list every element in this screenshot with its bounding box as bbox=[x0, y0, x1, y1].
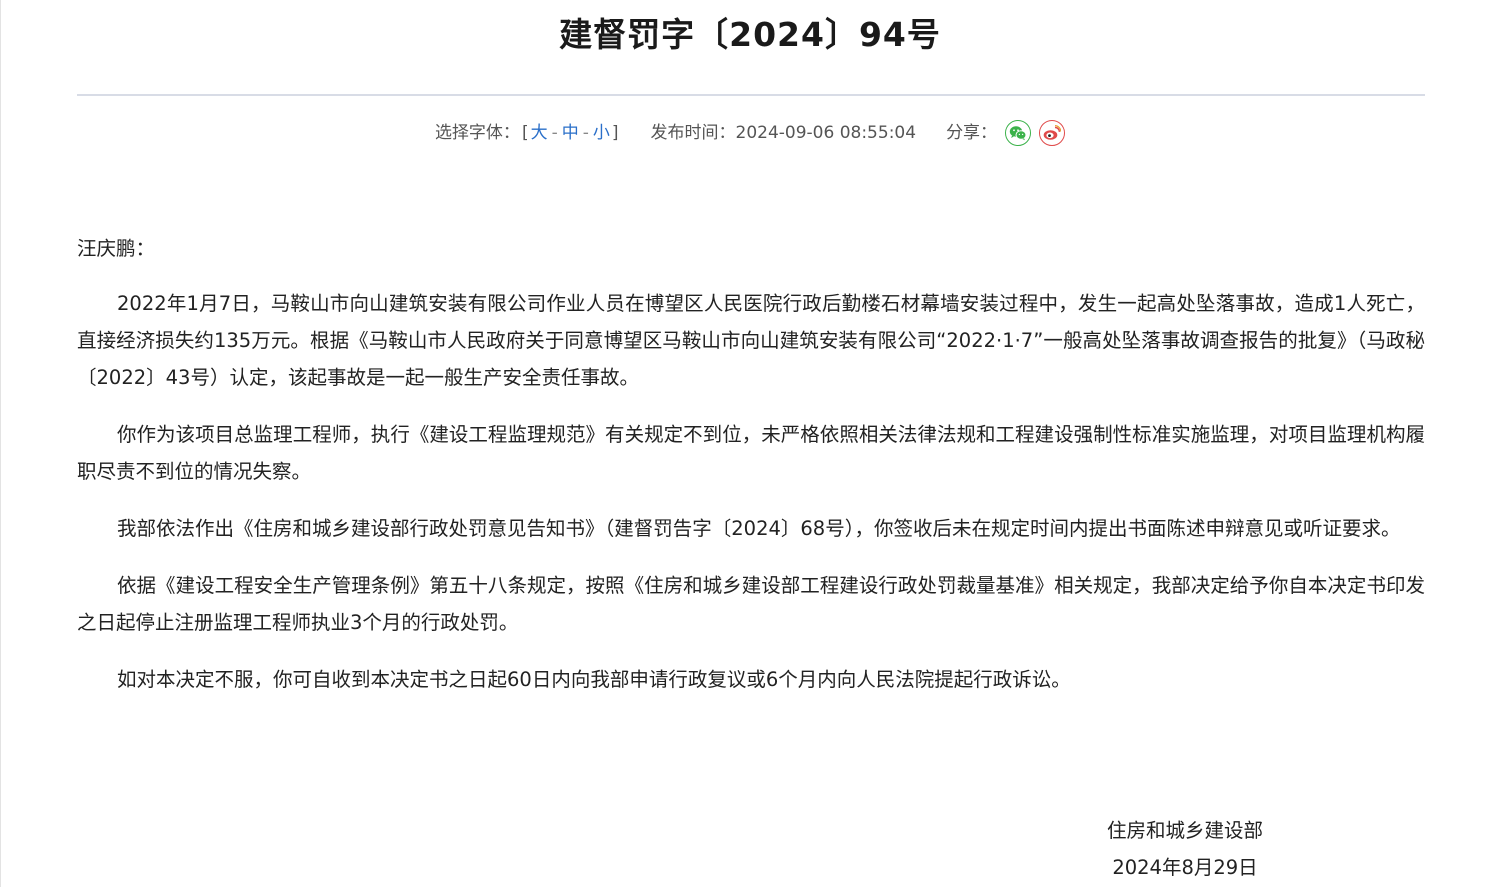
body-paragraph: 依据《建设工程安全生产管理条例》第五十八条规定，按照《住房和城乡建设部工程建设行… bbox=[77, 574, 1425, 634]
article-meta-bar: 选择字体： [ 大 - 中 - 小 ] 发布时间： 2024-09-06 08:… bbox=[0, 118, 1500, 148]
page-title: 建督罚字〔2024〕94号 bbox=[559, 15, 941, 54]
body-paragraph: 2022年1月7日，马鞍山市向山建筑安装有限公司作业人员在博望区人民医院行政后勤… bbox=[77, 292, 1425, 389]
publish-time-value: 2024-09-06 08:55:04 bbox=[735, 123, 917, 143]
body-paragraph: 你作为该项目总监理工程师，执行《建设工程监理规范》有关规定不到位，未严格依照相关… bbox=[77, 423, 1425, 483]
signature-date: 2024年8月29日 bbox=[1112, 856, 1258, 879]
article-body: 汪庆鹏： 2022年1月7日，马鞍山市向山建筑安装有限公司作业人员在博望区人民医… bbox=[77, 230, 1425, 718]
font-size-bracket-close: ] bbox=[611, 123, 619, 143]
font-size-medium-link[interactable]: 中 bbox=[562, 118, 579, 148]
font-size-selector: 选择字体： [ 大 - 中 - 小 ] bbox=[435, 118, 621, 148]
title-divider bbox=[77, 94, 1425, 96]
font-size-separator: - bbox=[551, 123, 558, 143]
share-label: 分享： bbox=[946, 123, 998, 143]
font-size-label: 选择字体： bbox=[434, 123, 520, 143]
body-paragraph: 如对本决定不服，你可自收到本决定书之日起60日内向我部申请行政复议或6个月内向人… bbox=[117, 668, 1071, 691]
wechat-icon bbox=[1009, 126, 1027, 141]
signature-organization: 住房和城乡建设部 bbox=[1106, 819, 1263, 842]
font-size-small-link[interactable]: 小 bbox=[593, 118, 610, 148]
salutation: 汪庆鹏： bbox=[77, 237, 156, 260]
body-paragraph: 我部依法作出《住房和城乡建设部行政处罚意见告知书》（建督罚告字〔2024〕68号… bbox=[117, 517, 1401, 540]
signature-block: 住房和城乡建设部 2024年8月29日 bbox=[1090, 812, 1280, 886]
publish-time-group: 发布时间： 2024-09-06 08:55:04 bbox=[651, 118, 917, 148]
weibo-icon bbox=[1043, 125, 1062, 140]
weibo-share-button[interactable] bbox=[1039, 120, 1066, 146]
font-size-bracket-open: [ bbox=[521, 123, 529, 143]
publish-time-label: 发布时间： bbox=[650, 123, 736, 143]
share-group: 分享： bbox=[946, 118, 1066, 148]
font-size-large-link[interactable]: 大 bbox=[531, 118, 548, 148]
wechat-share-button[interactable] bbox=[1005, 120, 1032, 146]
font-size-separator: - bbox=[582, 123, 589, 143]
